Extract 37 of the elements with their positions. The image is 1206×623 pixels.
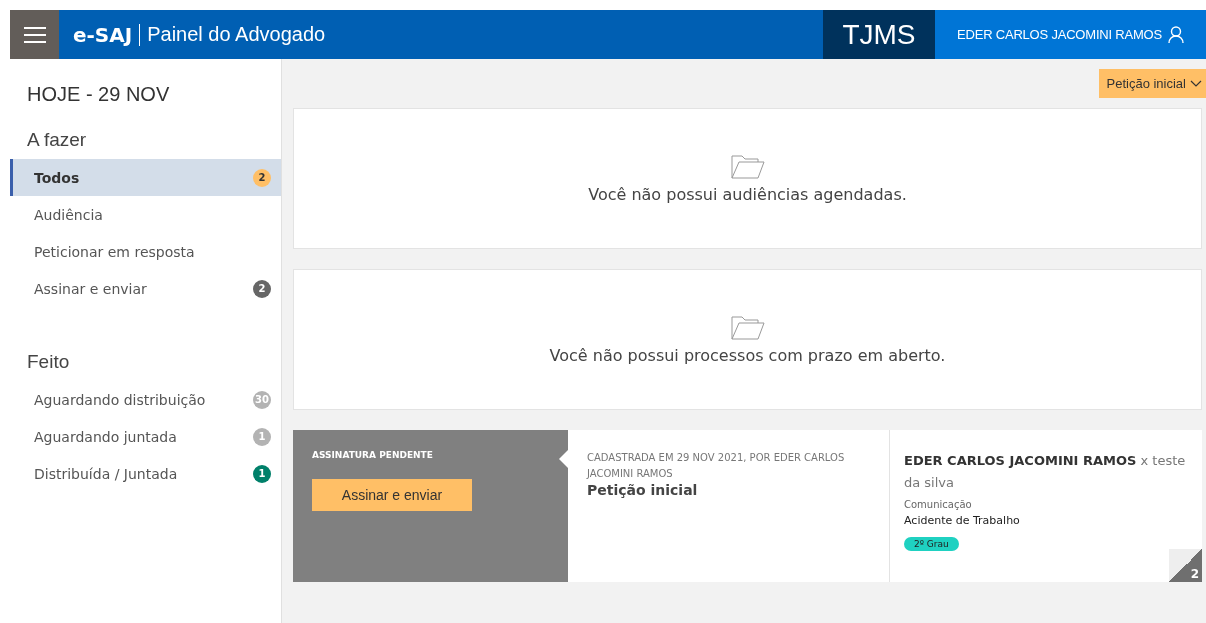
empty-message: Você não possui audiências agendadas. [588, 185, 907, 204]
user-menu[interactable]: EDER CARLOS JACOMINI RAMOS [935, 10, 1206, 59]
count-badge: 30 [253, 390, 271, 409]
count-badge: 1 [253, 427, 271, 446]
count-badge: 2 [253, 279, 271, 298]
app-logo: e-SAJ [73, 22, 133, 47]
sidebar-item[interactable]: Audiência [10, 196, 281, 233]
instance-tag: 2º Grau [904, 537, 959, 551]
class-label: Comunicação [904, 499, 973, 510]
document-title: Petição inicial [587, 482, 699, 498]
empty-message: Você não possui processos com prazo em aberto. [549, 346, 946, 365]
sidebar-item[interactable]: Peticionar em resposta [10, 233, 281, 270]
class-value: Acidente de Trabalho [904, 514, 1021, 527]
count-badge: 1 [253, 464, 271, 483]
case-parties: EDER CARLOS JACOMINI RAMOS x teste da silva [904, 452, 1187, 492]
folder-icon [730, 153, 765, 179]
date-heading: HOJE - 29 NOV [26, 83, 171, 106]
status-label: ASSINATURA PENDENTE [312, 450, 434, 460]
menu-icon [23, 26, 46, 43]
section-heading: A fazer [26, 129, 88, 151]
sign-send-button[interactable]: Assinar e enviar [312, 479, 472, 511]
section-heading: Feito [26, 351, 71, 373]
sidebar-item[interactable]: Aguardando juntada 1 [10, 418, 281, 455]
sidebar-item[interactable]: Todos 2 [10, 159, 281, 196]
menu-button[interactable] [10, 10, 59, 59]
page-corner: 2 [1169, 549, 1202, 582]
app-title: Painel do Advogado [147, 23, 326, 46]
registered-info: CADASTRADA EM 29 NOV 2021, POR EDER CARLOS JACOMINI RAMOS [587, 451, 846, 481]
user-icon [1168, 25, 1184, 44]
court-label: TJMS [823, 10, 935, 59]
sidebar-item[interactable]: Distribuída / Juntada 1 [10, 455, 281, 492]
folder-icon [730, 314, 765, 340]
sidebar-item[interactable]: Aguardando distribuição 30 [10, 381, 281, 418]
filter-dropdown[interactable]: Petição inicial [1098, 69, 1206, 98]
sidebar-item[interactable]: Assinar e enviar 2 [10, 270, 281, 307]
chevron-down-icon [1190, 79, 1202, 88]
count-badge: 2 [253, 168, 271, 187]
